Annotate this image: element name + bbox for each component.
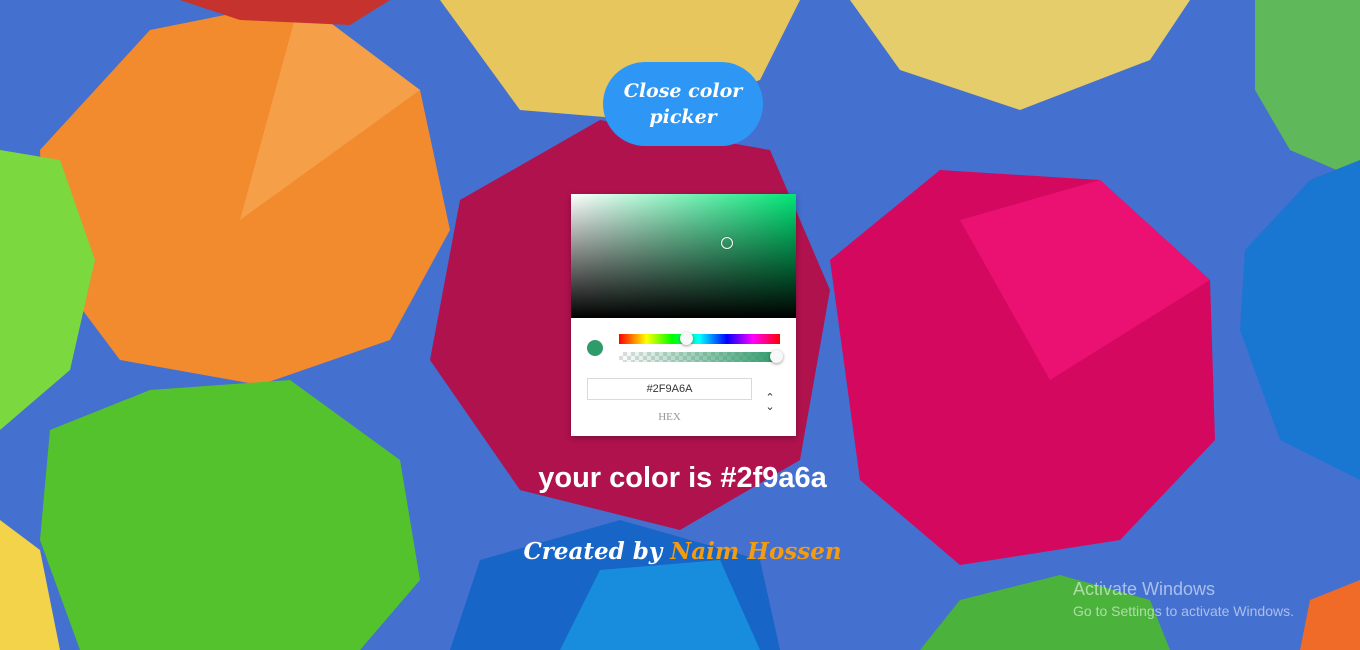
saturation-area[interactable] bbox=[571, 194, 796, 318]
color-preview-swatch bbox=[587, 340, 603, 356]
alpha-slider[interactable] bbox=[619, 352, 780, 362]
hue-slider[interactable] bbox=[619, 334, 780, 344]
watermark-subtitle: Go to Settings to activate Windows. bbox=[1073, 603, 1294, 619]
hex-input[interactable] bbox=[587, 378, 752, 400]
color-picker-panel: HEX ⌃⌄ bbox=[571, 194, 796, 436]
hue-slider-thumb[interactable] bbox=[680, 332, 693, 345]
up-down-chevron-icon[interactable]: ⌃ ⌄ bbox=[762, 390, 778, 414]
hex-mode-label: HEX bbox=[658, 411, 681, 423]
watermark-title: Activate Windows bbox=[1073, 579, 1216, 599]
activate-windows-watermark: Activate Windows Go to Settings to activ… bbox=[1073, 579, 1294, 619]
alpha-slider-thumb[interactable] bbox=[770, 350, 783, 363]
author-name: Naim Hossen bbox=[670, 538, 842, 565]
saturation-cursor[interactable] bbox=[721, 237, 733, 249]
close-color-picker-button[interactable]: Close color picker bbox=[603, 62, 763, 146]
selected-color-text: your color is #2f9a6a bbox=[538, 462, 827, 494]
credit-prefix: Created by bbox=[523, 538, 663, 565]
credit-line: Created by Naim Hossen bbox=[0, 538, 1360, 565]
